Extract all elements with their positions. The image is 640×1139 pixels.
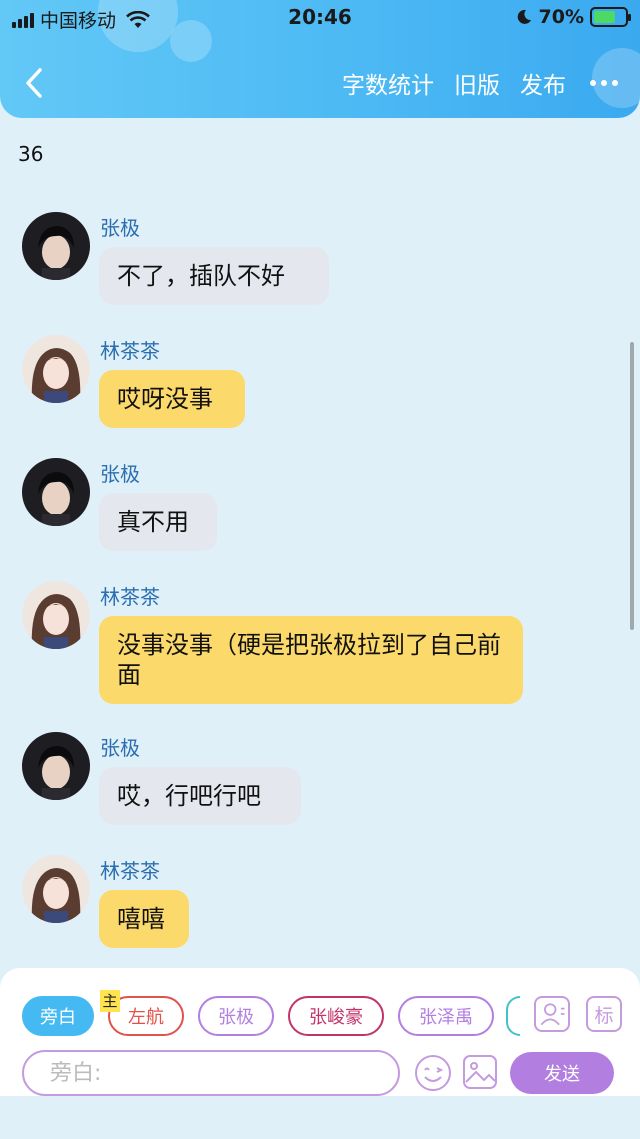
sender-name: 张极 [100, 462, 140, 486]
input-row: 发送 [22, 1050, 622, 1096]
message-bubble: 嘻嘻 [99, 890, 189, 948]
character-chip-zhangjunhao[interactable]: 张峻豪 [288, 996, 384, 1036]
nav-bar: 字数统计 旧版 发布 [0, 56, 640, 110]
scrollbar[interactable] [630, 342, 634, 630]
image-icon[interactable] [462, 1054, 498, 1090]
host-badge: 主 [100, 990, 120, 1012]
sender-name: 张极 [100, 216, 140, 240]
sender-name: 张极 [100, 736, 140, 760]
moon-icon [517, 9, 531, 24]
message-bubble: 不了，插队不好 [99, 247, 329, 305]
message-bubble: 哎，行吧行吧 [99, 767, 301, 825]
message-bubble: 没事没事（硬是把张极拉到了自己前面 [99, 616, 523, 704]
old-version-button[interactable]: 旧版 [454, 66, 500, 100]
battery-icon [590, 7, 631, 27]
avatar-zhangji[interactable] [22, 458, 90, 526]
character-selector: 旁白 左航 主 张极 张峻豪 张泽禹 标 [22, 990, 622, 1036]
composer-panel: 旁白 左航 主 张极 张峻豪 张泽禹 标 发送 [0, 968, 640, 1096]
character-chip-partial[interactable] [506, 996, 520, 1036]
emoji-icon[interactable] [414, 1054, 452, 1092]
battery-percent: 70% [538, 6, 584, 28]
label-icon[interactable]: 标 [586, 996, 622, 1032]
character-chip-narrator[interactable]: 旁白 [22, 996, 94, 1036]
chevron-left-icon[interactable] [18, 64, 52, 102]
message-bubble: 哎呀没事 [99, 370, 245, 428]
publish-button[interactable]: 发布 [520, 66, 566, 100]
avatar-zhangji[interactable] [22, 732, 90, 800]
bottom-strip [0, 1096, 640, 1139]
avatar-linchacha[interactable] [22, 855, 90, 923]
avatar-linchacha[interactable] [22, 335, 90, 403]
person-card-icon[interactable] [534, 996, 570, 1032]
more-dots-icon[interactable] [586, 80, 622, 86]
avatar-zhangji[interactable] [22, 212, 90, 280]
top-header: 中国移动 20:46 70% 字数统计 旧版 发布 [0, 0, 640, 118]
character-chip-zhangzeyu[interactable]: 张泽禹 [398, 996, 494, 1036]
character-chip-zhangji[interactable]: 张极 [198, 996, 274, 1036]
avatar-linchacha[interactable] [22, 581, 90, 649]
word-count-button[interactable]: 字数统计 [342, 66, 434, 100]
send-button[interactable]: 发送 [510, 1052, 614, 1094]
status-bar: 中国移动 20:46 70% [0, 0, 640, 36]
message-input[interactable] [22, 1050, 400, 1096]
sender-name: 林茶茶 [100, 339, 160, 363]
sender-name: 林茶茶 [100, 585, 160, 609]
sender-name: 林茶茶 [100, 859, 160, 883]
word-count: 36 [18, 142, 44, 166]
message-bubble: 真不用 [99, 493, 217, 551]
